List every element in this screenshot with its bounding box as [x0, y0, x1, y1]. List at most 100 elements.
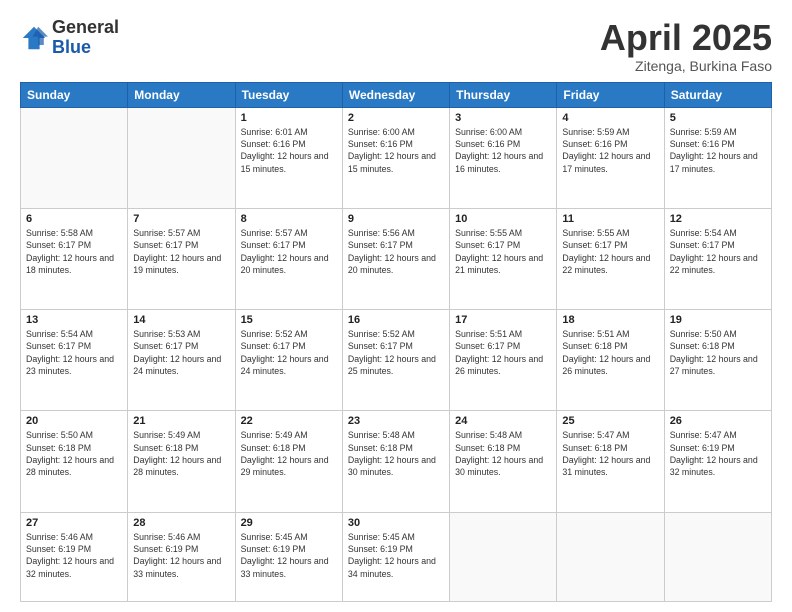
weekday-header: Friday: [557, 82, 664, 107]
calendar-week-row: 27 Sunrise: 5:46 AM Sunset: 6:19 PM Dayli…: [21, 512, 772, 601]
calendar-week-row: 20 Sunrise: 5:50 AM Sunset: 6:18 PM Dayli…: [21, 411, 772, 512]
day-info: Sunrise: 5:58 AM Sunset: 6:17 PM Dayligh…: [26, 227, 122, 276]
calendar-cell: 26 Sunrise: 5:47 AM Sunset: 6:19 PM Dayli…: [664, 411, 771, 512]
weekday-header: Wednesday: [342, 82, 449, 107]
calendar-cell: [664, 512, 771, 601]
day-number: 16: [348, 314, 444, 326]
logo-blue: Blue: [52, 38, 119, 58]
day-number: 13: [26, 314, 122, 326]
day-number: 17: [455, 314, 551, 326]
day-number: 14: [133, 314, 229, 326]
day-number: 24: [455, 415, 551, 427]
calendar-week-row: 13 Sunrise: 5:54 AM Sunset: 6:17 PM Dayli…: [21, 310, 772, 411]
calendar-cell: 23Sunrise: 5:48 AM Sunset: 6:18 PM Dayli…: [342, 411, 449, 512]
calendar-cell: 25 Sunrise: 5:47 AM Sunset: 6:18 PM Dayli…: [557, 411, 664, 512]
calendar-cell: 18 Sunrise: 5:51 AM Sunset: 6:18 PM Dayli…: [557, 310, 664, 411]
day-number: 7: [133, 213, 229, 225]
day-number: 19: [670, 314, 766, 326]
day-info: Sunrise: 5:45 AM Sunset: 6:19 PM Dayligh…: [348, 531, 444, 580]
calendar-cell: 9 Sunrise: 5:56 AM Sunset: 6:17 PM Daylig…: [342, 208, 449, 309]
calendar-week-row: 1Sunrise: 6:01 AM Sunset: 6:16 PM Daylig…: [21, 107, 772, 208]
calendar-cell: 21Sunrise: 5:49 AM Sunset: 6:18 PM Dayli…: [128, 411, 235, 512]
day-info: Sunrise: 5:50 AM Sunset: 6:18 PM Dayligh…: [26, 429, 122, 478]
calendar-cell: 15Sunrise: 5:52 AM Sunset: 6:17 PM Dayli…: [235, 310, 342, 411]
day-number: 30: [348, 517, 444, 529]
day-number: 6: [26, 213, 122, 225]
logo-text: General Blue: [52, 18, 119, 58]
day-info: Sunrise: 5:57 AM Sunset: 6:17 PM Dayligh…: [133, 227, 229, 276]
day-number: 20: [26, 415, 122, 427]
day-info: Sunrise: 5:46 AM Sunset: 6:19 PM Dayligh…: [133, 531, 229, 580]
calendar-cell: 22 Sunrise: 5:49 AM Sunset: 6:18 PM Dayli…: [235, 411, 342, 512]
calendar-cell: 16Sunrise: 5:52 AM Sunset: 6:17 PM Dayli…: [342, 310, 449, 411]
calendar-cell: 28 Sunrise: 5:46 AM Sunset: 6:19 PM Dayli…: [128, 512, 235, 601]
calendar-cell: [557, 512, 664, 601]
day-number: 8: [241, 213, 337, 225]
subtitle: Zitenga, Burkina Faso: [600, 58, 772, 74]
day-info: Sunrise: 5:49 AM Sunset: 6:18 PM Dayligh…: [241, 429, 337, 478]
day-number: 11: [562, 213, 658, 225]
day-number: 18: [562, 314, 658, 326]
day-number: 27: [26, 517, 122, 529]
logo-icon: [20, 24, 48, 52]
day-info: Sunrise: 5:53 AM Sunset: 6:17 PM Dayligh…: [133, 328, 229, 377]
calendar-cell: 30 Sunrise: 5:45 AM Sunset: 6:19 PM Dayli…: [342, 512, 449, 601]
day-info: Sunrise: 5:51 AM Sunset: 6:18 PM Dayligh…: [562, 328, 658, 377]
day-info: Sunrise: 5:47 AM Sunset: 6:19 PM Dayligh…: [670, 429, 766, 478]
calendar-cell: 12Sunrise: 5:54 AM Sunset: 6:17 PM Dayli…: [664, 208, 771, 309]
calendar-cell: 4Sunrise: 5:59 AM Sunset: 6:16 PM Daylig…: [557, 107, 664, 208]
day-info: Sunrise: 6:00 AM Sunset: 6:16 PM Dayligh…: [348, 126, 444, 175]
day-number: 28: [133, 517, 229, 529]
weekday-header: Tuesday: [235, 82, 342, 107]
day-number: 10: [455, 213, 551, 225]
day-info: Sunrise: 5:54 AM Sunset: 6:17 PM Dayligh…: [26, 328, 122, 377]
day-info: Sunrise: 5:55 AM Sunset: 6:17 PM Dayligh…: [562, 227, 658, 276]
weekday-header: Saturday: [664, 82, 771, 107]
logo-general: General: [52, 18, 119, 38]
day-number: 5: [670, 112, 766, 124]
day-number: 21: [133, 415, 229, 427]
day-number: 29: [241, 517, 337, 529]
calendar-cell: 8 Sunrise: 5:57 AM Sunset: 6:17 PM Daylig…: [235, 208, 342, 309]
calendar-cell: 3Sunrise: 6:00 AM Sunset: 6:16 PM Daylig…: [450, 107, 557, 208]
calendar-cell: 6 Sunrise: 5:58 AM Sunset: 6:17 PM Daylig…: [21, 208, 128, 309]
calendar-cell: 1Sunrise: 6:01 AM Sunset: 6:16 PM Daylig…: [235, 107, 342, 208]
page: General Blue April 2025 Zitenga, Burkina…: [0, 0, 792, 612]
header: General Blue April 2025 Zitenga, Burkina…: [20, 18, 772, 74]
day-number: 22: [241, 415, 337, 427]
main-title: April 2025: [600, 18, 772, 58]
day-info: Sunrise: 5:54 AM Sunset: 6:17 PM Dayligh…: [670, 227, 766, 276]
calendar-cell: [450, 512, 557, 601]
calendar-cell: [21, 107, 128, 208]
calendar-cell: 19Sunrise: 5:50 AM Sunset: 6:18 PM Dayli…: [664, 310, 771, 411]
day-info: Sunrise: 5:52 AM Sunset: 6:17 PM Dayligh…: [241, 328, 337, 377]
calendar-cell: 27Sunrise: 5:46 AM Sunset: 6:19 PM Dayli…: [21, 512, 128, 601]
calendar-cell: 14 Sunrise: 5:53 AM Sunset: 6:17 PM Dayli…: [128, 310, 235, 411]
day-info: Sunrise: 5:51 AM Sunset: 6:17 PM Dayligh…: [455, 328, 551, 377]
day-number: 25: [562, 415, 658, 427]
calendar-week-row: 6 Sunrise: 5:58 AM Sunset: 6:17 PM Daylig…: [21, 208, 772, 309]
day-info: Sunrise: 5:57 AM Sunset: 6:17 PM Dayligh…: [241, 227, 337, 276]
day-info: Sunrise: 5:59 AM Sunset: 6:16 PM Dayligh…: [670, 126, 766, 175]
weekday-header: Thursday: [450, 82, 557, 107]
calendar: SundayMondayTuesdayWednesdayThursdayFrid…: [20, 82, 772, 602]
day-info: Sunrise: 5:47 AM Sunset: 6:18 PM Dayligh…: [562, 429, 658, 478]
calendar-cell: 7 Sunrise: 5:57 AM Sunset: 6:17 PM Daylig…: [128, 208, 235, 309]
day-number: 1: [241, 112, 337, 124]
day-info: Sunrise: 6:00 AM Sunset: 6:16 PM Dayligh…: [455, 126, 551, 175]
day-info: Sunrise: 5:59 AM Sunset: 6:16 PM Dayligh…: [562, 126, 658, 175]
calendar-cell: 5 Sunrise: 5:59 AM Sunset: 6:16 PM Daylig…: [664, 107, 771, 208]
calendar-cell: 29Sunrise: 5:45 AM Sunset: 6:19 PM Dayli…: [235, 512, 342, 601]
day-number: 23: [348, 415, 444, 427]
calendar-cell: 24 Sunrise: 5:48 AM Sunset: 6:18 PM Dayli…: [450, 411, 557, 512]
day-info: Sunrise: 5:55 AM Sunset: 6:17 PM Dayligh…: [455, 227, 551, 276]
weekday-header: Sunday: [21, 82, 128, 107]
day-number: 26: [670, 415, 766, 427]
calendar-cell: 13 Sunrise: 5:54 AM Sunset: 6:17 PM Dayli…: [21, 310, 128, 411]
day-number: 9: [348, 213, 444, 225]
calendar-cell: 20 Sunrise: 5:50 AM Sunset: 6:18 PM Dayli…: [21, 411, 128, 512]
day-info: Sunrise: 5:56 AM Sunset: 6:17 PM Dayligh…: [348, 227, 444, 276]
day-number: 2: [348, 112, 444, 124]
calendar-cell: 17 Sunrise: 5:51 AM Sunset: 6:17 PM Dayli…: [450, 310, 557, 411]
day-info: Sunrise: 5:48 AM Sunset: 6:18 PM Dayligh…: [455, 429, 551, 478]
